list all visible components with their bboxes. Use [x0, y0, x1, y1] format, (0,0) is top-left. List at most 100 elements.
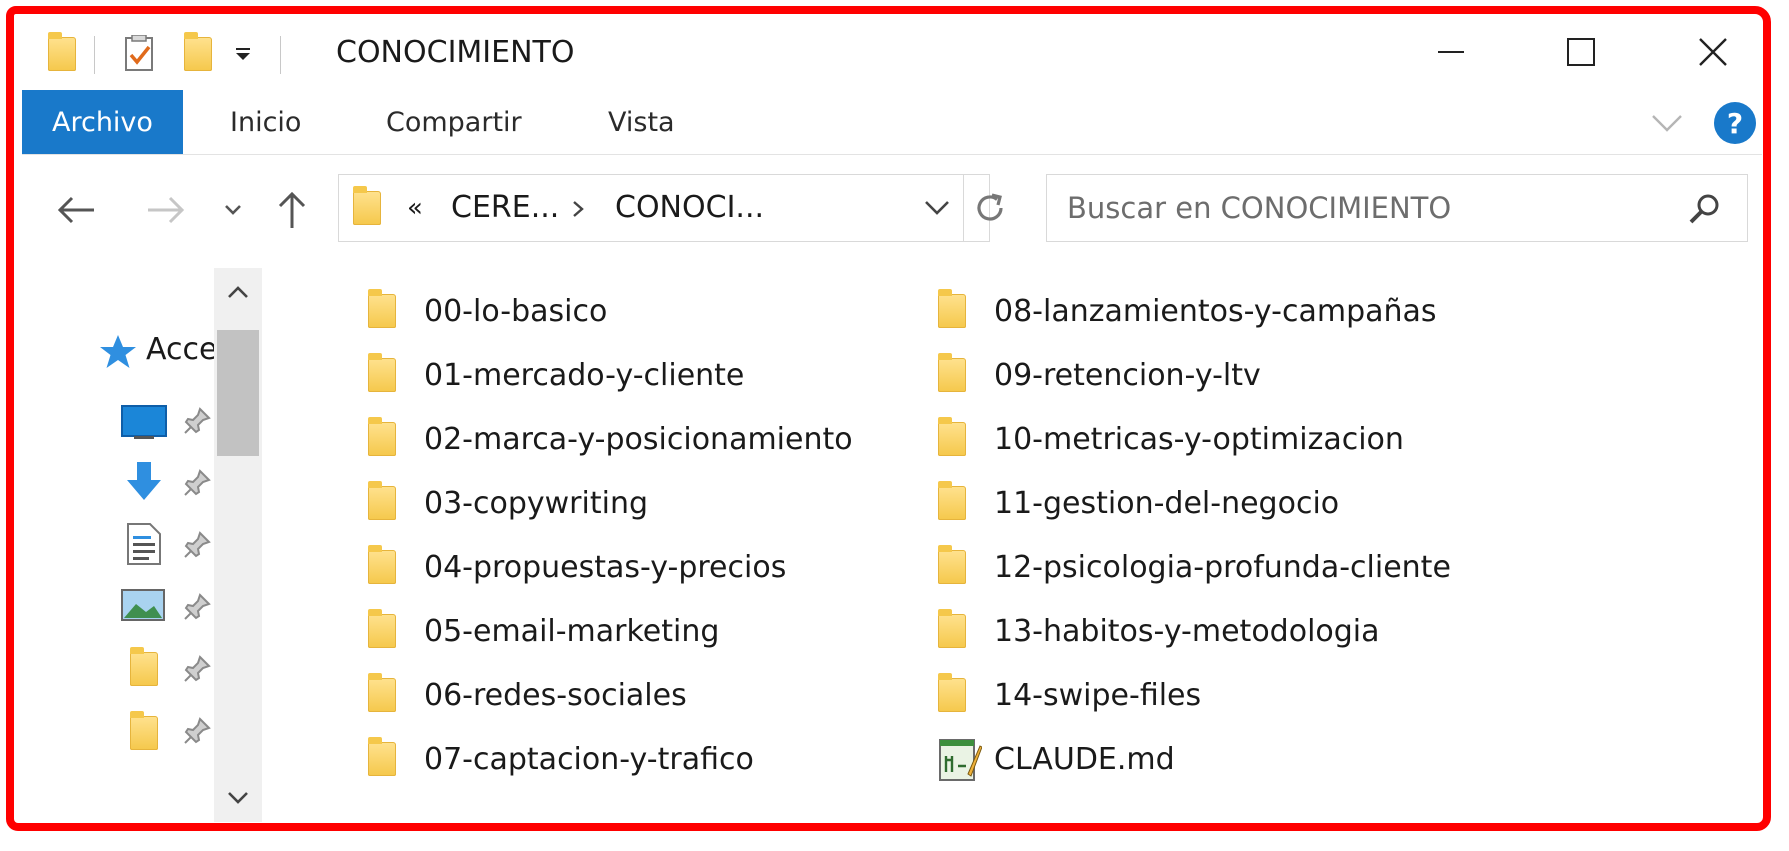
breadcrumb-separator-icon[interactable]: [571, 199, 585, 223]
item-name: 03-copywriting: [424, 485, 649, 521]
tab-label: Vista: [608, 106, 675, 138]
folder-icon: [938, 412, 982, 466]
item-name: CLAUDE.md: [994, 741, 1175, 777]
forward-button[interactable]: [140, 180, 192, 240]
list-item[interactable]: 02-marca-y-posicionamiento: [368, 412, 853, 466]
folder-icon: [938, 604, 982, 658]
breadcrumb-item[interactable]: CONOCI...: [615, 175, 764, 241]
folder-icon[interactable]: [130, 647, 158, 686]
file-explorer-window: CONOCIMIENTO Archivo Inicio Compartir Vi…: [22, 14, 1762, 826]
list-item[interactable]: 03-copywriting: [368, 476, 648, 530]
list-item[interactable]: 14-swipe-files: [938, 668, 1201, 722]
tab-compartir[interactable]: Compartir: [386, 90, 522, 154]
folder-icon[interactable]: [130, 711, 158, 750]
item-name: 12-psicologia-profunda-cliente: [994, 549, 1451, 585]
back-button[interactable]: [50, 180, 102, 240]
list-item[interactable]: 09-retencion-y-ltv: [938, 348, 1261, 402]
pictures-icon[interactable]: [120, 588, 168, 624]
properties-icon[interactable]: [118, 34, 162, 74]
item-name: 09-retencion-y-ltv: [994, 357, 1261, 393]
address-dropdown-icon[interactable]: [923, 197, 951, 223]
list-item[interactable]: 11-gestion-del-negocio: [938, 476, 1339, 530]
scroll-down-icon[interactable]: [226, 790, 250, 810]
documents-icon[interactable]: [126, 522, 162, 566]
help-icon[interactable]: ?: [1714, 102, 1756, 144]
folder-icon: [938, 284, 982, 338]
refresh-icon[interactable]: [966, 184, 1014, 232]
breadcrumb-item[interactable]: CERE...: [451, 175, 559, 241]
list-item[interactable]: 05-email-marketing: [368, 604, 719, 658]
window-folder-icon[interactable]: [44, 32, 80, 74]
folder-icon: [368, 604, 412, 658]
search-icon[interactable]: [1687, 191, 1723, 231]
customize-toolbar-icon[interactable]: [228, 34, 258, 74]
item-name: 11-gestion-del-negocio: [994, 485, 1340, 521]
nav-pane-scrollbar[interactable]: [214, 268, 262, 822]
list-item[interactable]: 10-metricas-y-optimizacion: [938, 412, 1404, 466]
pin-icon[interactable]: [182, 654, 212, 688]
folder-icon: [938, 348, 982, 402]
item-name: 14-swipe-files: [994, 677, 1202, 713]
desktop-icon[interactable]: [120, 404, 168, 444]
item-name: 00-lo-basico: [424, 293, 608, 329]
breadcrumb-overflow[interactable]: «: [407, 175, 423, 241]
item-name: 05-email-marketing: [424, 613, 720, 649]
list-item[interactable]: 04-propuestas-y-precios: [368, 540, 786, 594]
folder-icon: [368, 668, 412, 722]
pin-icon[interactable]: [182, 716, 212, 750]
scroll-up-icon[interactable]: [226, 284, 250, 304]
item-name: 04-propuestas-y-precios: [424, 549, 787, 585]
folder-icon: [368, 732, 412, 786]
list-item[interactable]: 01-mercado-y-cliente: [368, 348, 744, 402]
quick-access-label[interactable]: Acce: [146, 326, 217, 374]
item-name: 07-captacion-y-trafico: [424, 741, 754, 777]
list-item[interactable]: 00-lo-basico: [368, 284, 607, 338]
tab-inicio[interactable]: Inicio: [230, 90, 301, 154]
downloads-icon[interactable]: [124, 460, 164, 504]
navigation-pane: Acce: [22, 264, 270, 826]
up-button[interactable]: [270, 180, 314, 240]
item-name: 06-redes-sociales: [424, 677, 687, 713]
pin-icon[interactable]: [182, 468, 212, 502]
window-title: CONOCIMIENTO: [336, 35, 575, 70]
quick-access-star-icon: [98, 332, 138, 372]
tab-archivo[interactable]: Archivo: [22, 90, 183, 154]
tab-label: Compartir: [386, 106, 522, 138]
tab-vista[interactable]: Vista: [608, 90, 675, 154]
folder-icon: [938, 668, 982, 722]
item-name: 08-lanzamientos-y-campañas: [994, 293, 1437, 329]
folder-icon: [368, 348, 412, 402]
search-input[interactable]: [1047, 175, 1707, 241]
item-name: 01-mercado-y-cliente: [424, 357, 745, 393]
tab-label: Inicio: [230, 106, 302, 138]
list-item[interactable]: 13-habitos-y-metodologia: [938, 604, 1380, 658]
list-item[interactable]: 08-lanzamientos-y-campañas: [938, 284, 1437, 338]
maximize-button[interactable]: [1546, 22, 1616, 82]
folder-icon: [368, 476, 412, 530]
list-item[interactable]: 07-captacion-y-trafico: [368, 732, 754, 786]
close-button[interactable]: [1678, 22, 1748, 82]
item-name: 02-marca-y-posicionamiento: [424, 421, 853, 457]
pin-icon[interactable]: [182, 592, 212, 626]
item-name: 10-metricas-y-optimizacion: [994, 421, 1404, 457]
ribbon: Archivo Inicio Compartir Vista ?: [22, 90, 1762, 155]
title-separator: [280, 36, 281, 74]
folder-icon: [368, 412, 412, 466]
list-item[interactable]: 12-psicologia-profunda-cliente: [938, 540, 1451, 594]
item-name: 13-habitos-y-metodologia: [994, 613, 1380, 649]
new-folder-icon[interactable]: [180, 32, 216, 74]
title-bar: CONOCIMIENTO: [22, 14, 1762, 92]
address-bar[interactable]: « CERE... CONOCI...: [338, 174, 990, 242]
file-list: 00-lo-basico 01-mercado-y-cliente 02-mar…: [282, 264, 1742, 824]
pin-icon[interactable]: [182, 406, 212, 440]
expand-ribbon-icon[interactable]: [1650, 108, 1684, 138]
minimize-button[interactable]: [1416, 22, 1486, 82]
markdown-file-icon: [938, 732, 982, 786]
scrollbar-thumb[interactable]: [217, 330, 259, 456]
folder-icon: [368, 284, 412, 338]
list-item[interactable]: 06-redes-sociales: [368, 668, 687, 722]
list-item[interactable]: CLAUDE.md: [938, 732, 1175, 786]
pin-icon[interactable]: [182, 530, 212, 564]
recent-locations-button[interactable]: [218, 180, 248, 240]
address-folder-icon: [353, 186, 381, 225]
